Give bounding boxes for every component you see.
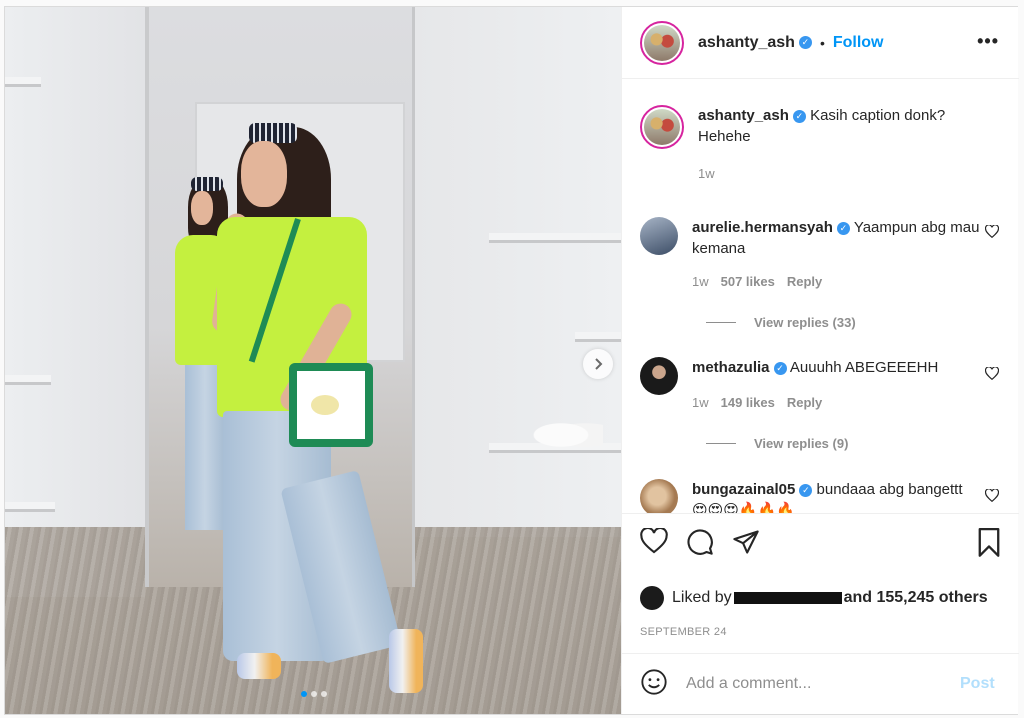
reflection-headband [191,177,223,191]
person-face [241,141,287,207]
commenter-avatar[interactable] [640,357,678,395]
action-icons [640,526,760,561]
view-replies-label: View replies (9) [754,436,849,451]
comment-likes[interactable]: 507 likes [721,274,775,289]
more-options-icon[interactable]: ••• [977,31,999,52]
caption: ashanty_ash ✓ Kasih caption donk? Hehehe … [640,105,1005,184]
caption-username[interactable]: ashanty_ash [698,107,789,124]
bookmark-icon[interactable] [977,528,1001,563]
caption-time[interactable]: 1w [698,166,715,181]
photo-shelf [489,233,621,243]
liked-by-prefix: Liked by [672,589,732,606]
commenter-username[interactable]: bungazainal05 [692,481,795,498]
instagram-post-modal: ashanty_ash ✓ • Follow ••• ashanty_ash ✓ … [4,6,1019,715]
photo-wall-right [415,7,621,537]
commenter-avatar[interactable] [640,479,678,513]
carousel-dots [301,691,327,697]
author-avatar[interactable] [640,20,684,65]
person-headband [249,123,297,143]
post-side-panel: ashanty_ash ✓ • Follow ••• ashanty_ash ✓ … [621,7,1019,714]
header-separator: • [819,34,825,51]
post-button[interactable]: Post [960,675,995,693]
commenter-username[interactable]: methazulia [692,359,770,376]
liker-avatar [640,586,664,610]
carousel-dot [321,691,327,697]
view-replies-line [706,322,736,323]
reply-button[interactable]: Reply [787,395,822,410]
comment-item: aurelie.hermansyah ✓ Yaampun abg mau kema… [640,217,1005,292]
person-shoe [389,629,423,693]
comment-time[interactable]: 1w [692,395,709,410]
redacted-username [733,592,842,604]
add-comment-bar: Post [622,653,1019,714]
photo-shelf [575,332,621,342]
smiley-icon[interactable] [640,668,668,701]
view-replies-button[interactable]: View replies (33) [706,315,856,330]
comment-heart-icon[interactable] [984,366,1000,383]
comment-likes[interactable]: 149 likes [721,395,775,410]
follow-button[interactable]: Follow [833,34,884,52]
verified-badge-icon: ✓ [836,221,850,235]
comment-item: methazulia ✓ Auuuhh ABEGEEEHH 1w 149 likes… [640,357,1005,413]
reply-button[interactable]: Reply [787,274,822,289]
commenter-username[interactable]: aurelie.hermansyah [692,219,833,236]
post-header: ashanty_ash ✓ • Follow ••• [622,7,1019,79]
comment-heart-icon[interactable] [984,488,1000,505]
verified-badge-icon: ✓ [799,483,813,497]
comment-text: Auuuhh ABEGEEEHH [789,359,939,376]
view-replies-line [706,443,736,444]
post-photo[interactable] [5,7,621,714]
comment-time[interactable]: 1w [692,274,709,289]
paper-plane-icon[interactable] [732,528,760,561]
handbag [289,363,373,447]
carousel-dot [301,691,307,697]
liked-by[interactable]: Liked by and 155,245 others [640,586,988,610]
photo-shelf [5,77,41,87]
verified-badge-icon: ✓ [798,36,812,49]
photo-shelf [5,502,55,512]
photo-sneakers [533,417,603,447]
commenter-avatar[interactable] [640,217,678,255]
person-shoe [237,653,281,679]
post-date[interactable]: SEPTEMBER 24 [640,626,727,638]
view-replies-label: View replies (33) [754,315,856,330]
carousel-dot [311,691,317,697]
verified-badge-icon: ✓ [792,109,806,123]
post-actions: Liked by and 155,245 others SEPTEMBER 24 [622,513,1019,653]
comment-bubble-icon[interactable] [686,528,714,561]
comment-input[interactable] [686,675,946,693]
liked-by-count[interactable]: and 155,245 others [844,589,988,607]
view-replies-button[interactable]: View replies (9) [706,436,848,451]
photo-shelf [5,375,51,385]
reflection-face [191,191,213,225]
verified-badge-icon: ✓ [773,361,787,375]
author-username[interactable]: ashanty_ash [698,34,795,52]
comments-list[interactable]: ashanty_ash ✓ Kasih caption donk? Hehehe … [622,79,1019,513]
caption-avatar[interactable] [640,105,684,149]
comment-heart-icon[interactable] [984,224,1000,241]
heart-icon[interactable] [640,526,668,561]
chevron-right-icon[interactable] [583,349,613,379]
comment-item: bungazainal05 ✓ bundaaa abg bangettt 😍😍😍🔥… [640,479,1005,513]
